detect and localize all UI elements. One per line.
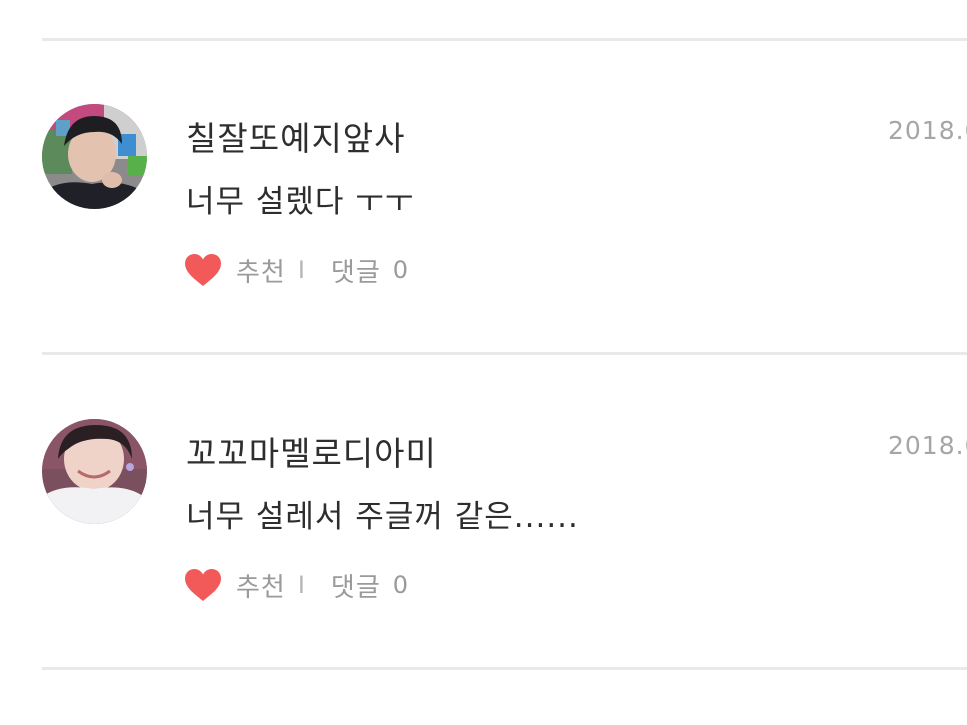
reply-button[interactable]: 댓글 <box>331 252 381 289</box>
avatar[interactable] <box>42 104 147 209</box>
comment-item: 칠잘또예지앞사 2018.0 너무 설렜다 ㅜㅜ 추천 I 댓글 0 <box>0 104 967 416</box>
comment-item: 꼬꼬마멜로디아미 2018.0 너무 설레서 주글꺼 같은...... 추천 I… <box>0 419 967 725</box>
reply-count: 0 <box>392 571 409 599</box>
divider <box>42 38 967 41</box>
divider <box>42 352 967 355</box>
heart-icon[interactable] <box>184 253 222 287</box>
comment-actions: 추천 I 댓글 0 <box>184 565 408 605</box>
comment-date: 2018.0 <box>888 431 967 460</box>
reply-count: 0 <box>392 256 409 284</box>
comment-username[interactable]: 꼬꼬마멜로디아미 <box>186 427 437 475</box>
avatar-image <box>42 104 147 209</box>
heart-icon[interactable] <box>184 568 222 602</box>
comment-text: 너무 설렜다 ㅜㅜ <box>186 184 415 220</box>
like-button[interactable]: 추천 <box>236 252 286 289</box>
action-separator: I <box>297 571 305 599</box>
divider <box>42 667 967 670</box>
comment-username[interactable]: 칠잘또예지앞사 <box>186 112 406 160</box>
comment-list-page: 칠잘또예지앞사 2018.0 너무 설렜다 ㅜㅜ 추천 I 댓글 0 <box>0 0 967 725</box>
avatar-image <box>42 419 147 524</box>
like-button[interactable]: 추천 <box>236 567 286 604</box>
comment-date: 2018.0 <box>888 116 967 145</box>
action-separator: I <box>297 256 305 284</box>
avatar[interactable] <box>42 419 147 524</box>
comment-text: 너무 설레서 주글꺼 같은...... <box>186 499 579 535</box>
reply-button[interactable]: 댓글 <box>331 567 381 604</box>
comment-actions: 추천 I 댓글 0 <box>184 250 408 290</box>
